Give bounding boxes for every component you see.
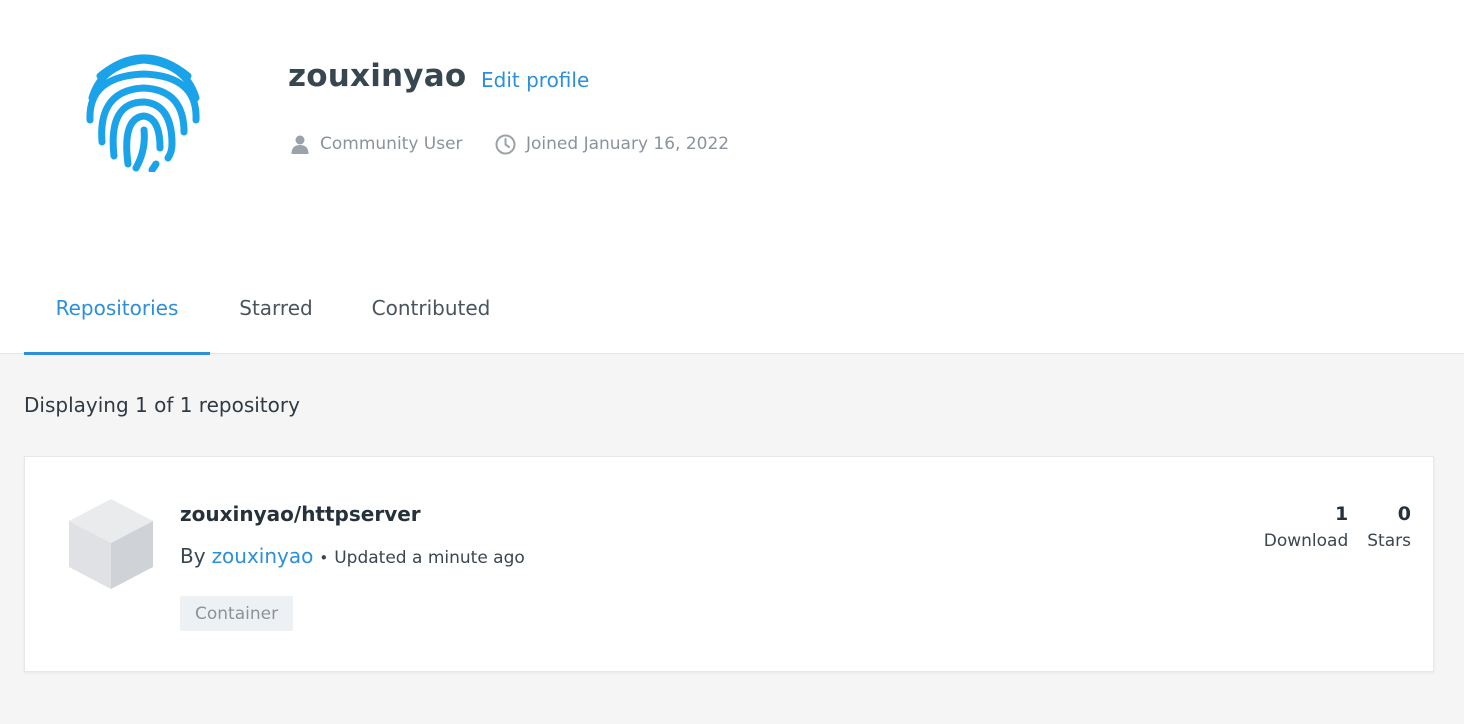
cube-icon (69, 499, 153, 589)
repository-card[interactable]: zouxinyao/httpserver By zouxinyao • Upda… (24, 456, 1434, 672)
results-summary: Displaying 1 of 1 repository (24, 393, 300, 417)
type-badge: Container (180, 596, 294, 631)
profile-joined: Joined January 16, 2022 (495, 132, 729, 156)
profile-role: Community User (290, 132, 463, 156)
owner-link[interactable]: zouxinyao (212, 544, 314, 568)
repository-name[interactable]: zouxinyao/httpserver (180, 502, 421, 526)
fingerprint-icon (86, 54, 200, 172)
download-stat: 1 Download (1264, 502, 1349, 554)
profile-joined-label: Joined January 16, 2022 (526, 134, 730, 154)
clock-icon (495, 134, 516, 154)
tab-starred[interactable]: Starred (210, 262, 342, 354)
profile-header: zouxinyao Edit profile Community User Jo… (0, 0, 1464, 355)
tab-repositories[interactable]: Repositories (24, 262, 210, 355)
repository-meta: By zouxinyao • Updated a minute ago (180, 544, 525, 568)
edit-profile-link[interactable]: Edit profile (481, 68, 589, 92)
stars-stat: 0 Stars (1367, 502, 1411, 554)
download-count: 1 (1335, 503, 1349, 525)
separator-dot: • (319, 549, 329, 567)
by-label: By (180, 544, 206, 568)
updated-time: Updated a minute ago (334, 548, 525, 568)
download-label: Download (1263, 531, 1349, 551)
stars-count: 0 (1397, 503, 1411, 525)
profile-tabs: Repositories Starred Contributed (24, 262, 520, 355)
tab-contributed[interactable]: Contributed (342, 262, 520, 354)
user-icon (291, 135, 309, 154)
profile-role-label: Community User (320, 134, 463, 154)
profile-username: zouxinyao (288, 58, 467, 94)
repository-stats: 1 Download 0 Stars (1245, 502, 1411, 554)
stars-label: Stars (1367, 531, 1411, 551)
